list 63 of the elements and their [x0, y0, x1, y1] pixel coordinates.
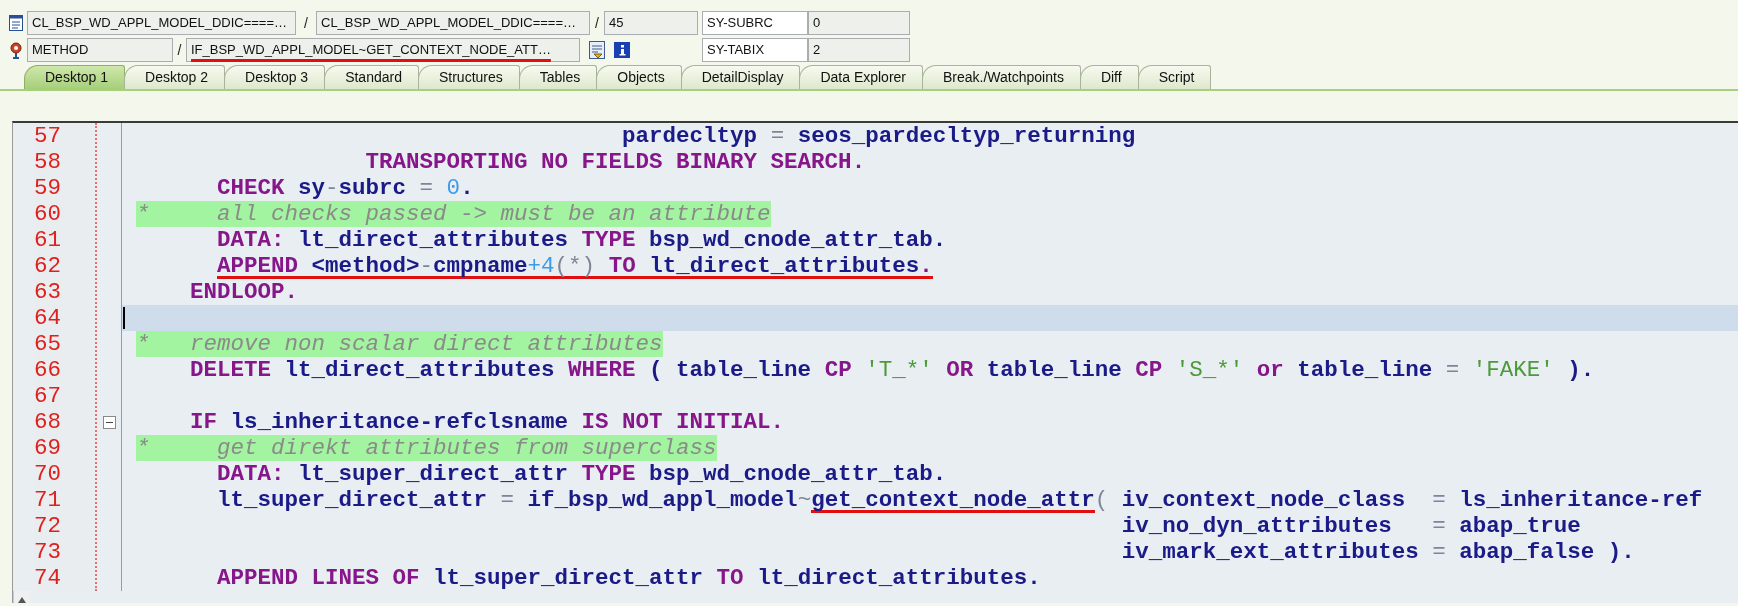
info-icon[interactable] — [614, 42, 630, 58]
code-line: ENDLOOP. — [189, 279, 299, 305]
code-line: APPEND <method>-cmpname+4(*) TO lt_direct_attributes. — [216, 253, 933, 279]
line-number: 66 — [34, 357, 61, 383]
code-line: IF ls_inheritance-refclsname IS NOT INITIAL. — [189, 409, 785, 435]
line-number: 73 — [34, 539, 61, 565]
text-field[interactable]: CL_BSP_WD_APPL_MODEL_DDIC====… — [27, 11, 296, 35]
line-number: 57 — [34, 123, 61, 149]
code-line: DATA: lt_direct_attributes TYPE bsp_wd_cnode_attr_tab. — [216, 227, 947, 253]
line-number: 64 — [34, 305, 61, 331]
document-icon — [8, 14, 24, 32]
line-number: 72 — [34, 513, 61, 539]
code-line: pardecltyp = seos_pardecltyp_returning — [621, 123, 1136, 149]
line-number: 74 — [34, 565, 61, 591]
code-comment: * all checks passed -> must be an attribute — [136, 201, 771, 227]
code-comment: * get direkt attributes from superclass — [136, 435, 717, 461]
tab[interactable]: Data Explorer — [799, 65, 923, 89]
variable-name-field[interactable]: SY-SUBRC — [702, 11, 808, 35]
line-number: 63 — [34, 279, 61, 305]
line-number: 68 — [34, 409, 61, 435]
line-number: 62 — [34, 253, 61, 279]
tab[interactable]: Structures — [417, 65, 520, 89]
line-number: 71 — [34, 487, 61, 513]
tab[interactable]: Tables — [518, 65, 598, 89]
code-line: DELETE lt_direct_attributes WHERE ( table_line CP 'T_*' OR table_line CP 'S_*' or table_line = 'FAKE' ). — [189, 357, 1595, 383]
code-line: APPEND LINES OF lt_super_direct_attr TO lt_direct_attributes. — [216, 565, 1041, 591]
tab[interactable]: Diff — [1079, 65, 1139, 89]
line-number: 65 — [34, 331, 61, 357]
code-line: iv_mark_ext_attributes = abap_false ). — [1120, 539, 1635, 565]
line-number: 70 — [34, 461, 61, 487]
separator-text: / — [594, 15, 600, 31]
code-line: CHECK sy-subrc = 0. — [216, 175, 474, 201]
text-field[interactable]: 45 — [604, 11, 698, 35]
line-number: 61 — [34, 227, 61, 253]
text-field[interactable]: IF_BSP_WD_APPL_MODEL~GET_CONTEXT_NODE_ATT… — [186, 38, 580, 62]
line-number: 59 — [34, 175, 61, 201]
tab[interactable]: Desktop 1 — [24, 65, 126, 89]
variable-value-field[interactable]: 0 — [808, 11, 910, 35]
navigate-icon[interactable] — [588, 40, 606, 60]
variable-value-field[interactable]: 2 — [808, 38, 910, 62]
tab[interactable]: Script — [1137, 65, 1212, 89]
text-field[interactable]: CL_BSP_WD_APPL_MODEL_DDIC====… — [316, 11, 590, 35]
separator-text: / — [176, 42, 183, 58]
tab[interactable]: Break./Watchpoints — [922, 65, 1081, 89]
code-line: DATA: lt_super_direct_attr TYPE bsp_wd_cnode_attr_tab. — [216, 461, 947, 487]
tab[interactable]: Objects — [596, 65, 682, 89]
code-line: iv_no_dyn_attributes = abap_true — [1120, 513, 1581, 539]
line-number: 60 — [34, 201, 61, 227]
code-line: TRANSPORTING NO FIELDS BINARY SEARCH. — [364, 149, 866, 175]
collapse-icon[interactable] — [102, 415, 116, 429]
text-cursor — [123, 307, 125, 329]
text-field[interactable]: METHOD — [27, 38, 173, 62]
line-number: 58 — [34, 149, 61, 175]
variable-name-field[interactable]: SY-TABIX — [702, 38, 808, 62]
tab[interactable]: Desktop 2 — [124, 65, 226, 89]
code-line: lt_super_direct_attr = if_bsp_wd_appl_model~get_context_node_attr( iv_context_node_class = ls_inheritance-ref — [216, 487, 1703, 513]
separator-text: / — [303, 15, 309, 31]
code-comment: * remove non scalar direct attributes — [136, 331, 663, 357]
line-number: 67 — [34, 383, 61, 409]
tab[interactable]: Desktop 3 — [224, 65, 326, 89]
tab[interactable]: Standard — [324, 65, 419, 89]
tab[interactable]: DetailDisplay — [680, 65, 801, 89]
line-number: 69 — [34, 435, 61, 461]
